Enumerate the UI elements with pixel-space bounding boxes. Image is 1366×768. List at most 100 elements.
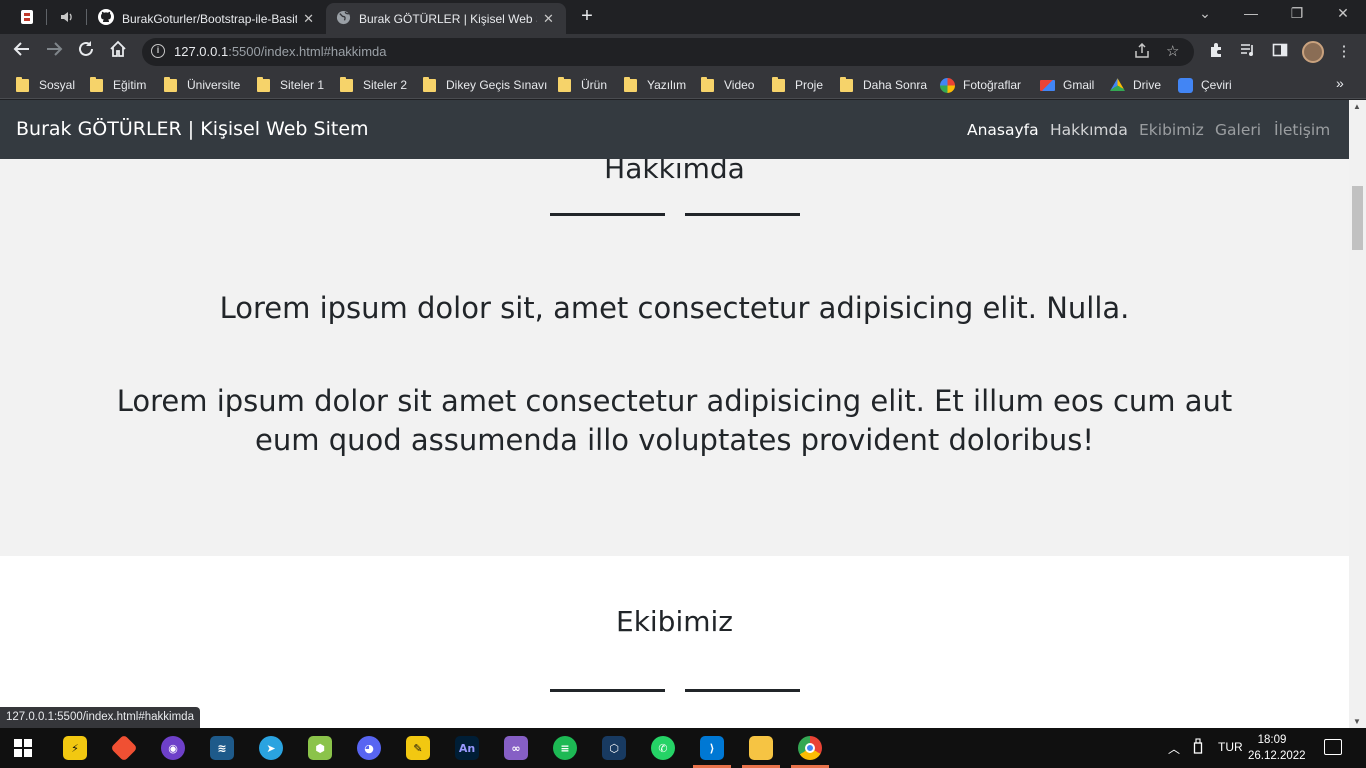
about-lead: Lorem ipsum dolor sit, amet consectetur … bbox=[219, 291, 1130, 325]
usb-device-icon[interactable] bbox=[1193, 738, 1203, 757]
taskbar-clock[interactable]: 18:09 26.12.2022 bbox=[1248, 732, 1306, 764]
folder-icon bbox=[164, 76, 177, 92]
git-icon[interactable] bbox=[110, 734, 138, 762]
close-tab-icon[interactable]: ✕ bbox=[303, 11, 314, 27]
bookmark-video[interactable]: Video bbox=[701, 76, 754, 94]
title-divider bbox=[685, 213, 800, 216]
bookmark-proje[interactable]: Proje bbox=[772, 76, 823, 94]
windows-taskbar: ⚡ ◉ ≋ ➤ ⬢ ◕ ✎ An ∞ ≡ ⬡ ✆ ⟩ ︿ TUR 18:09 2… bbox=[0, 728, 1366, 768]
address-url[interactable]: 127.0.0.1:5500/index.html#hakkimda bbox=[174, 44, 386, 59]
scroll-down-icon[interactable]: ▼ bbox=[1353, 717, 1361, 726]
whatsapp-icon[interactable]: ✆ bbox=[651, 736, 675, 760]
title-divider bbox=[550, 213, 665, 216]
bookmark-label: Dikey Geçis Sınavı bbox=[446, 78, 548, 92]
reload-icon[interactable] bbox=[74, 40, 98, 64]
vscode-icon[interactable]: ⟩ bbox=[700, 736, 724, 760]
about-text-line: eum quod assumenda illo voluptates provi… bbox=[255, 423, 1094, 457]
title-divider bbox=[550, 689, 665, 692]
bookmark-star-icon[interactable]: ☆ bbox=[1166, 42, 1179, 60]
site-navbar: Burak GÖTÜRLER | Kişisel Web Sitem Anasa… bbox=[0, 100, 1349, 159]
telegram-icon[interactable]: ➤ bbox=[259, 736, 283, 760]
new-tab-icon[interactable]: + bbox=[576, 5, 598, 27]
more-bookmarks-icon[interactable]: » bbox=[1336, 75, 1344, 91]
home-icon[interactable] bbox=[106, 40, 130, 64]
extensions-icon[interactable] bbox=[1206, 42, 1226, 62]
profile-avatar[interactable] bbox=[1302, 41, 1324, 63]
side-panel-icon[interactable] bbox=[1270, 42, 1290, 62]
tab-title: BurakGoturler/Bootstrap-ile-Basit-Portfo… bbox=[122, 11, 298, 26]
visual-studio-icon[interactable]: ∞ bbox=[504, 736, 528, 760]
forward-icon[interactable] bbox=[42, 40, 66, 64]
clock-date: 26.12.2022 bbox=[1248, 750, 1306, 762]
nav-link-ekibimiz[interactable]: Ekibimiz bbox=[1139, 121, 1204, 139]
bookmark-universite[interactable]: Üniversite bbox=[164, 76, 240, 94]
bookmark-urun[interactable]: Ürün bbox=[558, 76, 607, 94]
site-brand[interactable]: Burak GÖTÜRLER | Kişisel Web Sitem bbox=[16, 118, 369, 140]
close-tab-icon[interactable]: ✕ bbox=[543, 11, 554, 27]
bookmark-fotograflar[interactable]: Fotoğraflar bbox=[940, 76, 1021, 94]
close-window-icon[interactable]: ✕ bbox=[1328, 5, 1358, 22]
paint-icon[interactable]: ✎ bbox=[406, 736, 430, 760]
bookmark-sosyal[interactable]: Sosyal bbox=[16, 76, 75, 94]
nav-link-anasayfa[interactable]: Anasayfa bbox=[967, 121, 1039, 139]
page-viewport: Hakkımda Lorem ipsum dolor sit, amet con… bbox=[0, 100, 1349, 728]
nav-link-hakkimda[interactable]: Hakkımda bbox=[1050, 121, 1128, 139]
bookmark-gmail[interactable]: Gmail bbox=[1040, 76, 1094, 94]
speaker-icon[interactable] bbox=[56, 6, 78, 28]
back-icon[interactable] bbox=[10, 40, 34, 64]
bookmark-label: Ürün bbox=[581, 78, 608, 92]
mobaxterm-icon[interactable]: ⚡ bbox=[63, 736, 87, 760]
bookmark-label: Siteler 2 bbox=[363, 78, 408, 92]
nav-link-galeri[interactable]: Galeri bbox=[1215, 121, 1261, 139]
bookmark-label: Video bbox=[724, 78, 755, 92]
tab-search-icon[interactable] bbox=[16, 6, 38, 28]
virtualbox-icon[interactable]: ⬡ bbox=[602, 736, 626, 760]
bookmark-label: Fotoğraflar bbox=[963, 78, 1022, 92]
bookmark-yazilim[interactable]: Yazılım bbox=[624, 76, 686, 94]
windows-start-icon[interactable] bbox=[14, 739, 32, 757]
page-scrollbar[interactable]: ▲ ▼ bbox=[1349, 100, 1366, 728]
address-bar[interactable]: i 127.0.0.1:5500/index.html#hakkimda ☆ bbox=[142, 38, 1194, 66]
minimize-icon[interactable]: — bbox=[1236, 5, 1266, 21]
scroll-thumb[interactable] bbox=[1352, 186, 1363, 250]
media-control-icon[interactable] bbox=[1238, 42, 1258, 62]
link-status-bubble: 127.0.0.1:5500/index.html#hakkimda bbox=[0, 707, 200, 728]
notifications-icon[interactable] bbox=[1324, 739, 1342, 755]
box-icon[interactable]: ⬢ bbox=[308, 736, 332, 760]
file-explorer-icon[interactable] bbox=[749, 736, 773, 760]
github-desktop-icon[interactable]: ◉ bbox=[161, 736, 185, 760]
bookmark-drive[interactable]: Drive bbox=[1110, 76, 1161, 94]
tab-active[interactable]: Burak GÖTÜRLER | Kişisel Web Sitem ✕ bbox=[326, 3, 566, 34]
bookmark-dikey-gecis[interactable]: Dikey Geçis Sınavı bbox=[423, 76, 547, 94]
spotify-icon[interactable]: ≡ bbox=[553, 736, 577, 760]
mysql-workbench-icon[interactable]: ≋ bbox=[210, 736, 234, 760]
bookmark-egitim[interactable]: Eğitim bbox=[90, 76, 146, 94]
animate-icon[interactable]: An bbox=[455, 736, 479, 760]
url-path: :5500/index.html#hakkimda bbox=[228, 44, 387, 59]
folder-icon bbox=[257, 76, 270, 92]
bookmark-daha-sonra[interactable]: Daha Sonra bbox=[840, 76, 927, 94]
scroll-up-icon[interactable]: ▲ bbox=[1353, 102, 1361, 111]
chrome-menu-icon[interactable]: ⋮ bbox=[1334, 42, 1354, 62]
tab-github[interactable]: BurakGoturler/Bootstrap-ile-Basit-Portfo… bbox=[88, 3, 324, 34]
bookmark-label: Siteler 1 bbox=[280, 78, 325, 92]
discord-icon[interactable]: ◕ bbox=[357, 736, 381, 760]
folder-icon bbox=[16, 76, 29, 92]
site-info-icon[interactable]: i bbox=[151, 44, 165, 58]
clock-time: 18:09 bbox=[1257, 734, 1287, 746]
tab-search-chevron-icon[interactable]: ⌄ bbox=[1190, 5, 1220, 22]
bookmark-label: Çeviri bbox=[1201, 78, 1232, 92]
bookmark-siteler-1[interactable]: Siteler 1 bbox=[257, 76, 324, 94]
team-title: Ekibimiz bbox=[616, 605, 733, 638]
tray-chevron-icon[interactable]: ︿ bbox=[1168, 740, 1180, 757]
bookmark-siteler-2[interactable]: Siteler 2 bbox=[340, 76, 407, 94]
share-icon[interactable] bbox=[1134, 42, 1150, 63]
bookmark-ceviri[interactable]: Çeviri bbox=[1178, 76, 1232, 94]
globe-icon bbox=[336, 10, 351, 28]
input-language[interactable]: TUR bbox=[1218, 740, 1243, 754]
nav-link-iletisim[interactable]: İletişim bbox=[1274, 121, 1330, 139]
folder-icon bbox=[840, 76, 853, 92]
restore-icon[interactable]: ❐ bbox=[1282, 5, 1312, 22]
folder-icon bbox=[772, 76, 785, 92]
chrome-icon[interactable] bbox=[798, 736, 822, 760]
